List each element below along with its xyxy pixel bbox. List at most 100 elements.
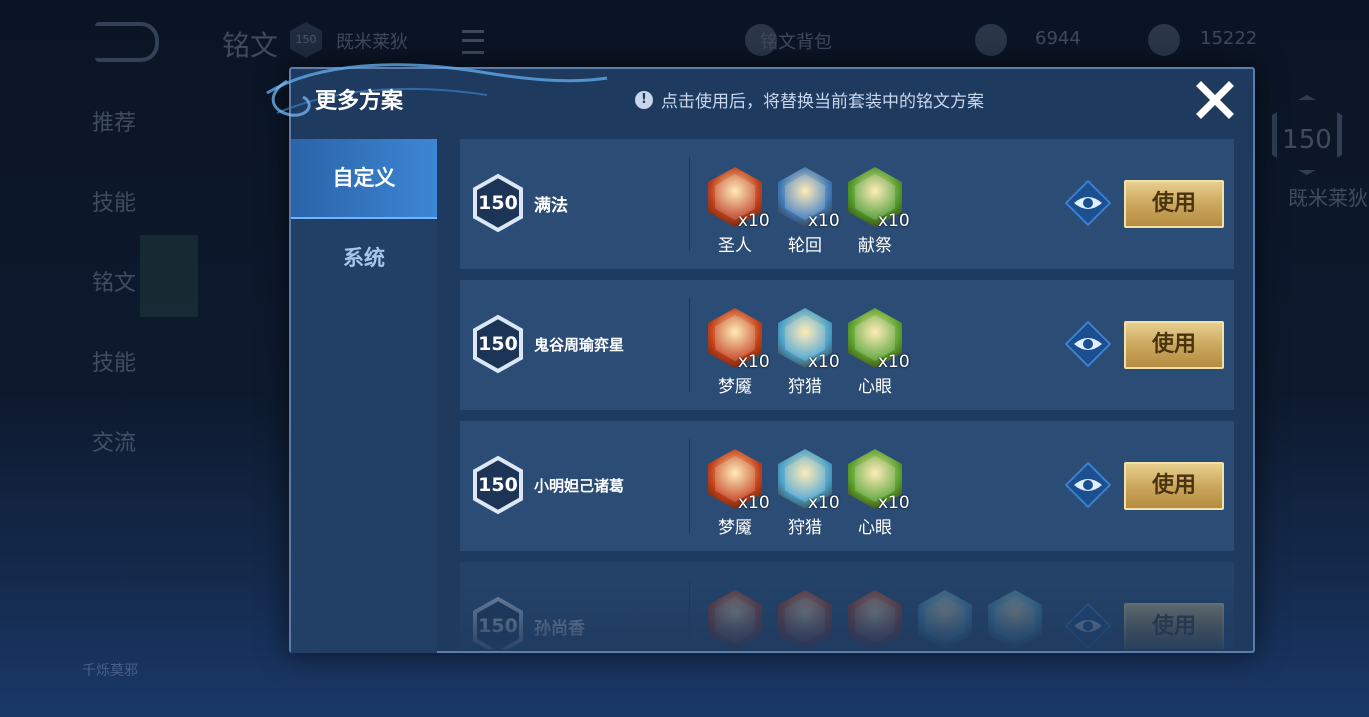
rune-slot [910, 590, 980, 649]
level-badge: 150 [472, 173, 524, 233]
rune-gem-icon [778, 590, 832, 649]
replace-notice: ! 点击使用后，将替换当前套装中的铭文方案 [635, 87, 984, 112]
eye-icon [1064, 461, 1112, 509]
plan-name: 孙尚香 [534, 619, 585, 639]
eye-icon [1064, 179, 1112, 227]
level-text: 150 [478, 333, 518, 355]
background-hero-name: 千烁莫邪 [82, 663, 138, 679]
use-plan-button[interactable]: 使用 [1124, 180, 1224, 228]
rune-name: 狩猎 [788, 518, 822, 538]
coin-icon [1148, 24, 1180, 56]
row-divider [689, 298, 690, 392]
rune-count: x10 [878, 493, 910, 513]
level-text: 150 [478, 615, 518, 637]
plan-row: 150 满法 x10 圣人 x10 轮回 x10 献祭 使用 [460, 139, 1234, 269]
rune-gem-icon [918, 590, 972, 649]
use-plan-button[interactable]: 使用 [1124, 321, 1224, 369]
level-badge: 150 [472, 314, 524, 374]
info-icon: ! [635, 90, 653, 109]
rune-name: 献祭 [858, 236, 892, 256]
swirl-decoration [266, 63, 608, 117]
rune-slot: x10 梦魇 [700, 308, 770, 397]
more-plans-dialog: 更多方案 ! 点击使用后，将替换当前套装中的铭文方案 自定义 系统 150 满法 x… [266, 63, 1255, 653]
plan-row: 150 小明妲己诸葛 x10 梦魇 x10 狩猎 x10 心眼 使用 [460, 421, 1234, 551]
rune-slot: x10 心眼 [840, 449, 910, 538]
rune-gem-icon [848, 590, 902, 649]
background-level-badge: 150 [290, 22, 322, 58]
currency-2: 15222 [1200, 28, 1258, 49]
eye-icon [1064, 602, 1112, 649]
plan-row: 150 鬼谷周瑜弈星 x10 梦魇 x10 狩猎 x10 心眼 使用 [460, 280, 1234, 410]
background-title: 铭文 [222, 29, 279, 62]
rune-gem-icon [988, 590, 1042, 649]
rune-count: x10 [808, 211, 840, 231]
rune-name: 圣人 [718, 236, 752, 256]
row-divider [689, 580, 690, 649]
background-rune-level: 150 [1272, 95, 1342, 175]
plan-name: 满法 [534, 196, 568, 216]
tab-system[interactable]: 系统 [291, 219, 437, 297]
rune-slot: x10 梦魇 [700, 449, 770, 538]
use-plan-button[interactable]: 使用 [1124, 462, 1224, 510]
notice-text: 点击使用后，将替换当前套装中的铭文方案 [661, 92, 984, 112]
rune-count: x10 [878, 352, 910, 372]
rune-gem-icon [708, 590, 762, 649]
rune-slot: x10 圣人 [700, 167, 770, 256]
rune-count: x10 [878, 211, 910, 231]
level-text: 150 [478, 192, 518, 214]
rune-slot [770, 590, 840, 649]
rune-slot [700, 590, 770, 649]
close-icon [1196, 81, 1234, 119]
preview-button[interactable] [1064, 461, 1112, 509]
background-side-panel [140, 235, 198, 317]
row-divider [689, 439, 690, 533]
rune-name: 轮回 [788, 236, 822, 256]
rune-slot: x10 轮回 [770, 167, 840, 256]
level-badge: 150 [472, 455, 524, 515]
rune-count: x10 [808, 493, 840, 513]
background-side-item: 推荐 [92, 111, 137, 136]
background-rune-label: 铭文背包 [760, 32, 832, 53]
rune-name: 心眼 [858, 518, 892, 538]
background-side-item: 铭文 [92, 271, 137, 296]
rune-slot: x10 献祭 [840, 167, 910, 256]
menu-icon [462, 30, 484, 54]
tab-custom[interactable]: 自定义 [291, 139, 437, 219]
dialog-title: 更多方案 [315, 89, 404, 114]
preview-button[interactable] [1064, 602, 1112, 649]
eye-icon [1064, 320, 1112, 368]
rune-slot: x10 狩猎 [770, 308, 840, 397]
level-text: 150 [478, 474, 518, 496]
preview-button[interactable] [1064, 179, 1112, 227]
rune-slot: x10 心眼 [840, 308, 910, 397]
rune-slot: x10 狩猎 [770, 449, 840, 538]
plan-name: 小明妲己诸葛 [534, 477, 625, 495]
row-divider [689, 157, 690, 251]
use-plan-button[interactable]: 使用 [1124, 603, 1224, 649]
background-plan-name: 既米莱狄 [336, 32, 408, 53]
plan-category-sidebar: 自定义 系统 [291, 139, 437, 653]
plan-row: 150 孙尚香 使用 [460, 562, 1234, 649]
rune-slot [840, 590, 910, 649]
background-side-item: 交流 [92, 431, 137, 456]
rune-name: 狩猎 [788, 377, 822, 397]
level-badge: 150 [472, 596, 524, 649]
plan-name: 鬼谷周瑜弈星 [534, 336, 625, 354]
back-logo-icon [95, 22, 159, 62]
close-button[interactable] [1193, 78, 1237, 122]
rune-count: x10 [738, 352, 770, 372]
rune-count: x10 [808, 352, 840, 372]
rune-name: 心眼 [858, 377, 892, 397]
rune-name: 梦魇 [718, 377, 752, 397]
plan-list[interactable]: 150 满法 x10 圣人 x10 轮回 x10 献祭 使用 150 鬼谷周瑜弈星 x10 梦魇 x10 狩… [460, 139, 1234, 649]
background-rune-name: 既米莱狄 [1288, 186, 1368, 210]
background-side-item: 技能 [92, 351, 137, 376]
rune-name: 梦魇 [718, 518, 752, 538]
rune-slot [980, 590, 1050, 649]
preview-button[interactable] [1064, 320, 1112, 368]
crystal-icon [975, 24, 1007, 56]
rune-count: x10 [738, 211, 770, 231]
background-side-item: 技能 [92, 191, 137, 216]
currency-1: 6944 [1035, 28, 1081, 49]
rune-count: x10 [738, 493, 770, 513]
